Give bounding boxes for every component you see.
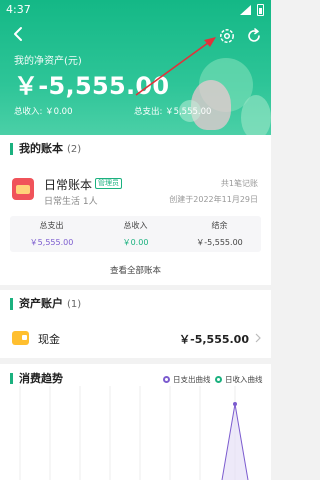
book-summary: 总支出 ￥5,555.00 总收入 ￥0.00 结余 ￥-5,555.00 (10, 216, 261, 252)
trend-chart (19, 386, 249, 480)
header-banner: 4:37 我的净资产(元) ￥-5,555.00 总收入: ￥0.00 总支出:… (0, 0, 271, 142)
total-income: 总收入: ￥0.00 (14, 107, 73, 117)
signal-icon (240, 5, 251, 15)
admin-badge: 管理员 (95, 178, 122, 189)
net-assets-value: ￥-5,555.00 (14, 72, 170, 100)
legend-expense-dot (163, 376, 170, 383)
battery-icon (257, 4, 264, 16)
legend-income[interactable]: 日收入曲线 (215, 374, 263, 385)
assets-section-title: 资产账户 (1) (10, 298, 81, 310)
summary-balance: 结余 ￥-5,555.00 (196, 221, 243, 247)
chart-gridlines (19, 386, 236, 480)
expense-peak-point (233, 402, 237, 406)
trend-section-title: 消费趋势 (10, 373, 63, 384)
summary-expense: 总支出 ￥5,555.00 (29, 221, 74, 247)
chevron-right-icon (255, 333, 261, 343)
total-expense: 总支出: ￥5,555.00 (134, 107, 212, 117)
book-record-count: 共1笔记账 (220, 179, 258, 188)
status-time: 4:37 (6, 3, 31, 16)
refresh-icon[interactable] (245, 27, 263, 45)
net-assets-label: 我的净资产(元) (14, 56, 82, 67)
books-section-title: 我的账本 (2) (10, 143, 81, 155)
decoration-leaf (241, 95, 271, 140)
settings-gear-icon[interactable] (218, 27, 236, 45)
view-all-books-link[interactable]: 查看全部账本 (0, 264, 271, 276)
asset-name: 现金 (38, 333, 60, 346)
book-created-date: 创建于2022年11月29日 (169, 195, 258, 204)
status-bar: 4:37 (0, 0, 271, 20)
book-subtitle: 日常生活 1人 (44, 197, 98, 207)
legend-income-dot (215, 376, 222, 383)
books-card (0, 135, 271, 285)
wallet-icon (12, 331, 29, 345)
summary-income: 总收入 ￥0.00 (122, 221, 149, 247)
book-name: 日常账本 (44, 178, 93, 192)
asset-value: ￥-5,555.00 (179, 333, 249, 346)
back-arrow-icon[interactable] (10, 26, 26, 42)
book-icon (12, 178, 34, 200)
expense-area (222, 404, 248, 480)
legend-expense[interactable]: 日支出曲线 (163, 374, 211, 385)
